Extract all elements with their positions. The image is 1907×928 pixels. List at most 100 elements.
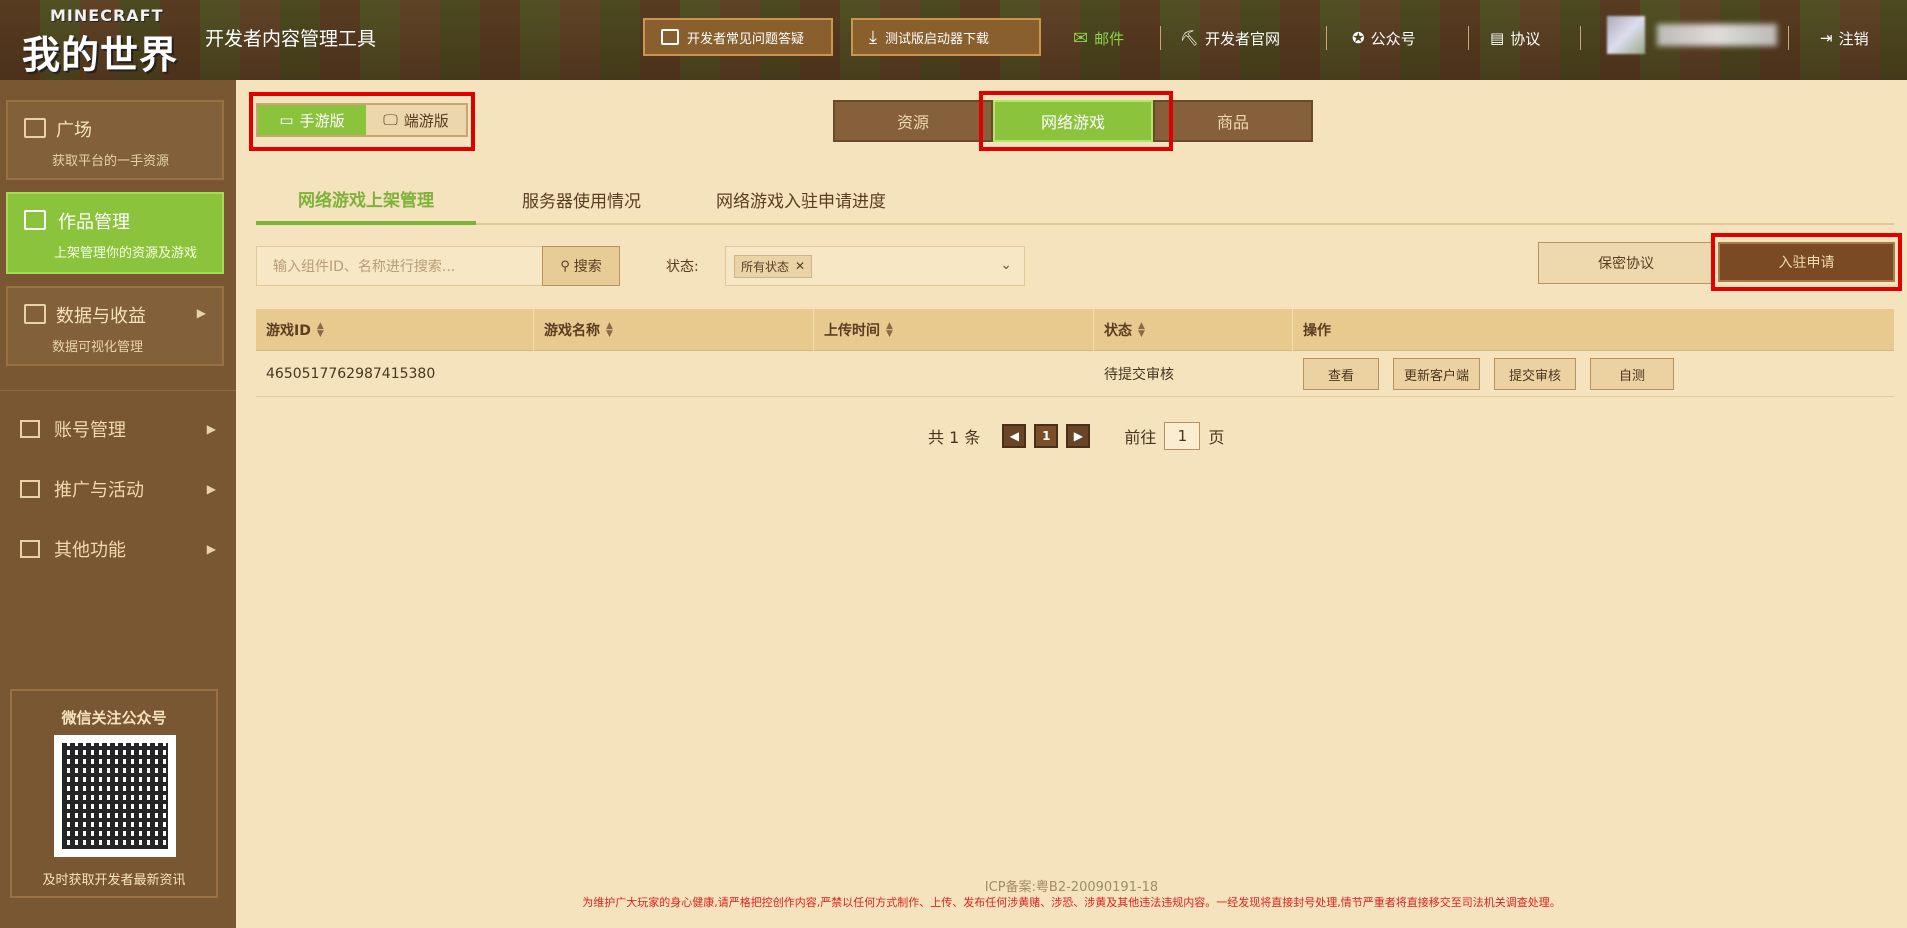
chevron-right-icon: ▶ xyxy=(206,542,216,556)
cell-game-id: 4650517762987415380 xyxy=(266,366,436,382)
view-button[interactable]: 查看 xyxy=(1303,358,1380,390)
platform-mobile[interactable]: ▭ 手游版 xyxy=(258,105,366,135)
top-header: MINECRAFT 我的世界 开发者内容管理工具 开发者常见问题答疑 ⤓ 测试版… xyxy=(0,0,1907,80)
platform-mobile-label: 手游版 xyxy=(299,111,345,130)
content-notice: 为维护广大玩家的身心健康,请严格把控创作内容,严禁以任何方式制作、上传、发布任何… xyxy=(582,896,1561,909)
agreement-link[interactable]: ▤ 协议 xyxy=(1490,24,1540,52)
chevron-right-icon: ▶ xyxy=(196,306,206,320)
wechat-title: 微信关注公众号 xyxy=(61,709,167,727)
official-account-label: 公众号 xyxy=(1370,29,1416,48)
grid-icon xyxy=(20,540,40,558)
column-header-status[interactable]: 状态 ▲ ▼ xyxy=(1094,309,1293,351)
subtab-listing[interactable]: 网络游戏上架管理 xyxy=(256,175,476,225)
sidebar-item-data[interactable]: 数据与收益 数据可视化管理 ▶ xyxy=(6,286,224,366)
pagination: 共 1 条 ◀ 1 ▶ 前往 1 页 xyxy=(928,420,1224,452)
submit-review-button[interactable]: 提交审核 xyxy=(1494,358,1577,390)
agreement-label: 协议 xyxy=(1510,29,1541,48)
faq-button[interactable]: 开发者常见问题答疑 xyxy=(643,18,833,56)
total-count: 共 1 条 xyxy=(928,428,981,447)
column-header-name[interactable]: 游戏名称 ▲ ▼ xyxy=(534,309,814,351)
self-test-button[interactable]: 自测 xyxy=(1590,358,1675,390)
sidebar-item-subtitle: 上架管理你的资源及游戏 xyxy=(54,246,198,261)
logout-link[interactable]: ⇥ 注销 xyxy=(1820,24,1869,52)
sidebar-item-label: 其他功能 xyxy=(54,540,126,561)
search-icon: ⚲ xyxy=(560,258,570,274)
sidebar-item-subtitle: 数据可视化管理 xyxy=(52,340,144,355)
qr-code xyxy=(54,735,176,857)
download-icon: ⤓ xyxy=(869,26,877,48)
sidebar-item-subtitle: 获取平台的一手资源 xyxy=(52,154,170,169)
chevron-down-icon: ⌄ xyxy=(1000,257,1012,273)
status-chip: 所有状态 ✕ xyxy=(734,254,813,278)
column-label: 游戏ID xyxy=(266,323,311,339)
logout-icon: ⇥ xyxy=(1820,29,1833,47)
column-label: 操作 xyxy=(1303,323,1331,339)
sidebar: 广场 获取平台的一手资源 作品管理 上架管理你的资源及游戏 数据与收益 数据可视… xyxy=(0,80,236,928)
prev-page-icon[interactable]: ◀ xyxy=(1002,424,1027,448)
subtab-server-usage[interactable]: 服务器使用情况 xyxy=(522,175,641,223)
official-account-link[interactable]: ✪ 公众号 xyxy=(1352,24,1416,52)
column-label: 状态 xyxy=(1104,323,1132,339)
username-blurred xyxy=(1657,24,1777,46)
dev-site-link[interactable]: ⛏ 开发者官网 xyxy=(1180,24,1280,52)
sidebar-item-other[interactable]: 其他功能 ▶ xyxy=(20,534,216,564)
goto-page-input[interactable]: 1 xyxy=(1164,422,1201,450)
user-avatar[interactable] xyxy=(1607,16,1645,54)
next-page-icon[interactable]: ▶ xyxy=(1066,424,1091,448)
column-header-actions: 操作 xyxy=(1293,309,1894,351)
chat-icon xyxy=(661,29,679,45)
update-client-button[interactable]: 更新客户端 xyxy=(1393,358,1481,390)
download-launcher-button[interactable]: ⤓ 测试版启动器下载 xyxy=(851,18,1041,56)
sort-icon: ▲ ▼ xyxy=(316,321,324,339)
sidebar-item-label: 账号管理 xyxy=(54,420,126,441)
search-button[interactable]: ⚲ 搜索 xyxy=(542,246,620,286)
nda-button[interactable]: 保密协议 xyxy=(1538,242,1714,284)
platform-pc[interactable]: 🖵 端游版 xyxy=(366,105,466,135)
platform-pc-label: 端游版 xyxy=(403,111,449,130)
sidebar-item-title: 数据与收益 xyxy=(56,306,146,327)
sidebar-item-plaza[interactable]: 广场 获取平台的一手资源 xyxy=(6,100,224,180)
wechat-panel: 微信关注公众号 及时获取开发者最新资讯 xyxy=(10,689,218,898)
apply-button[interactable]: 入驻申请 xyxy=(1718,242,1895,282)
subtab-application-progress[interactable]: 网络游戏入驻申请进度 xyxy=(716,175,886,223)
cell-upload-time xyxy=(814,351,1094,397)
cell-status: 待提交审核 xyxy=(1104,367,1174,383)
column-label: 上传时间 xyxy=(824,323,880,339)
chart-icon xyxy=(24,304,46,324)
sidebar-item-account[interactable]: 账号管理 ▶ xyxy=(20,414,216,444)
sidebar-item-promotion[interactable]: 推广与活动 ▶ xyxy=(20,474,216,504)
folder-icon xyxy=(24,210,46,230)
chevron-right-icon: ▶ xyxy=(206,422,216,436)
goto-label: 前往 xyxy=(1124,428,1157,447)
mail-label: 邮件 xyxy=(1094,29,1125,48)
minecraft-logo[interactable]: MINECRAFT 我的世界 xyxy=(18,6,190,77)
chevron-right-icon: ▶ xyxy=(206,482,216,496)
sidebar-item-works[interactable]: 作品管理 上架管理你的资源及游戏 xyxy=(6,192,224,274)
search-input[interactable]: 输入组件ID、名称进行搜索... xyxy=(256,246,543,286)
icp-record: ICP备案:粤B2-20090191-18 xyxy=(984,880,1159,895)
phone-icon: ▭ xyxy=(279,111,294,129)
status-label: 状态: xyxy=(666,259,699,275)
cell-actions: 查看 更新客户端 提交审核 自测 xyxy=(1293,351,1894,397)
page-unit-label: 页 xyxy=(1208,428,1225,447)
page-number[interactable]: 1 xyxy=(1034,424,1059,448)
divider xyxy=(1580,26,1581,50)
search-button-label: 搜索 xyxy=(573,259,602,275)
wechat-footer: 及时获取开发者最新资讯 xyxy=(42,873,186,888)
tab-resources[interactable]: 资源 xyxy=(833,100,993,142)
sidebar-item-title: 作品管理 xyxy=(58,212,130,233)
tab-goods[interactable]: 商品 xyxy=(1153,100,1313,142)
sort-icon: ▲ ▼ xyxy=(1138,321,1145,339)
close-icon[interactable]: ✕ xyxy=(795,259,805,273)
mail-link[interactable]: ✉ 邮件 xyxy=(1073,24,1124,52)
column-header-upload-time[interactable]: 上传时间 ▲ ▼ xyxy=(814,309,1094,351)
download-button-label: 测试版启动器下载 xyxy=(884,31,989,47)
divider xyxy=(1468,26,1469,50)
flag-icon xyxy=(20,480,40,498)
badge-icon: ✪ xyxy=(1352,29,1365,47)
logo-wordmark: MINECRAFT xyxy=(50,6,164,25)
app-title: 开发者内容管理工具 xyxy=(205,28,377,50)
sort-icon: ▲ ▼ xyxy=(886,321,893,339)
status-select[interactable]: 所有状态 ✕ ⌄ xyxy=(725,246,1025,286)
column-header-id[interactable]: 游戏ID ▲ ▼ xyxy=(256,309,534,351)
